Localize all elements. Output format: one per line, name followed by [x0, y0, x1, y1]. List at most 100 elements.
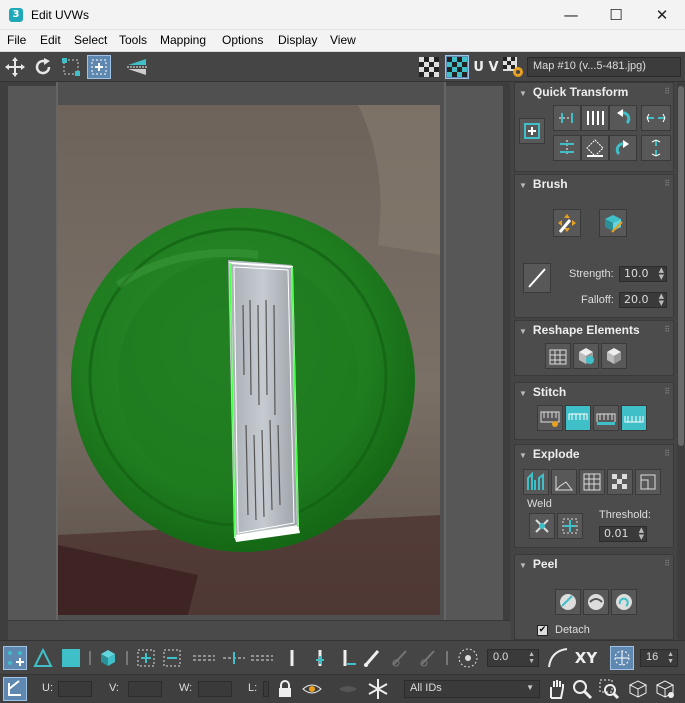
element-mode-icon[interactable] — [96, 646, 120, 670]
peel-mode-icon[interactable] — [583, 589, 609, 615]
zoom-icon[interactable] — [570, 677, 594, 701]
unhide-icon[interactable] — [336, 677, 360, 701]
shrink-selection-icon[interactable] — [160, 646, 184, 670]
mirror-icon[interactable] — [125, 55, 149, 79]
soft-selection-icon[interactable] — [456, 646, 480, 670]
xy-axis-label[interactable]: XY — [573, 646, 599, 670]
menu-view[interactable]: View — [330, 33, 356, 47]
grow-selection-icon[interactable] — [134, 646, 158, 670]
rotate-icon[interactable] — [31, 55, 55, 79]
brush-falloff-curve-icon[interactable] — [523, 263, 551, 293]
rollout-header-reshape[interactable]: ▼ Reshape Elements — [519, 323, 640, 337]
rollout-header-peel[interactable]: ▼ Peel — [519, 557, 558, 571]
paint-move-icon[interactable] — [553, 209, 581, 237]
weld-selected-icon[interactable] — [529, 513, 555, 539]
strength-spinner[interactable]: 10.0 ▲ ▼ — [619, 266, 667, 282]
detach-checkbox[interactable]: ✔ — [537, 625, 548, 636]
rollout-header-explode[interactable]: ▼ Explode — [519, 447, 580, 461]
select-add-icon[interactable] — [308, 646, 332, 670]
paint-select-icon[interactable] — [360, 646, 384, 670]
count-spinner[interactable]: 16 ▲ ▼ — [640, 649, 678, 667]
uv-label[interactable]: U V — [473, 55, 499, 79]
divider-line-icon[interactable] — [280, 646, 304, 670]
edge-select-icon[interactable] — [248, 646, 276, 670]
freeze-icon[interactable] — [366, 677, 390, 701]
explode-checker-icon[interactable] — [607, 469, 633, 495]
stitch-custom-icon[interactable] — [537, 405, 563, 431]
move-icon[interactable] — [3, 55, 27, 79]
freeform-icon[interactable] — [59, 55, 83, 79]
menu-select[interactable]: Select — [74, 33, 107, 47]
material-ids-dropdown[interactable]: All IDs ▼ — [404, 680, 540, 698]
v-field[interactable] — [128, 681, 162, 697]
space-vertical-icon[interactable] — [581, 135, 609, 161]
lock-icon[interactable] — [273, 677, 297, 701]
threshold-spinner[interactable]: 0.01 ▲ ▼ — [599, 526, 647, 542]
relax-icon[interactable] — [573, 343, 599, 369]
rollout-header-stitch[interactable]: ▼ Stitch — [519, 385, 566, 399]
falloff-value: 20.0 — [624, 293, 649, 306]
zoom-selected-icon[interactable] — [653, 677, 677, 701]
zoom-region-icon[interactable] — [597, 677, 621, 701]
stitch-to-source-icon[interactable] — [565, 405, 591, 431]
align-vertical-icon[interactable] — [553, 135, 581, 161]
map-dropdown[interactable]: Map #10 (v...5-481.jpg) — [527, 57, 681, 77]
relax-brush-icon[interactable] — [599, 209, 627, 237]
face-mode-icon[interactable] — [59, 646, 83, 670]
falloff-value-spinner[interactable]: 0.0 ▲ ▼ — [487, 649, 539, 667]
flip-horizontal-icon[interactable] — [641, 105, 671, 131]
w-field[interactable] — [198, 681, 232, 697]
explode-by-smoothing-icon[interactable] — [523, 469, 549, 495]
explode-grid-icon[interactable] — [579, 469, 605, 495]
align-center-icon[interactable] — [519, 118, 545, 144]
menu-display[interactable]: Display — [278, 33, 317, 47]
menu-file[interactable]: File — [7, 33, 26, 47]
checker-icon[interactable] — [417, 55, 441, 79]
minimize-button[interactable]: — — [548, 0, 594, 30]
map-settings-icon[interactable] — [501, 55, 525, 79]
ring-select-icon[interactable] — [220, 646, 248, 670]
explode-outline-icon[interactable] — [635, 469, 661, 495]
rollout-header-brush[interactable]: ▼ Brush — [519, 177, 568, 191]
menu-tools[interactable]: Tools — [119, 33, 147, 47]
space-horizontal-icon[interactable] — [581, 105, 609, 131]
flip-vertical-icon[interactable] — [641, 135, 671, 161]
align-horizontal-icon[interactable] — [553, 105, 581, 131]
menu-edit[interactable]: Edit — [40, 33, 61, 47]
vertex-mode-icon[interactable] — [3, 646, 27, 670]
l-field[interactable] — [263, 681, 269, 697]
menu-mapping[interactable]: Mapping — [160, 33, 206, 47]
rotate-cw-icon[interactable] — [609, 135, 637, 161]
quick-peel-icon[interactable] — [555, 589, 581, 615]
relax-until-flat-icon[interactable] — [601, 343, 627, 369]
menu-options[interactable]: Options — [222, 33, 263, 47]
falloff-space-icon[interactable] — [610, 646, 634, 670]
peel-reset-icon[interactable] — [611, 589, 637, 615]
checker-active-icon[interactable] — [445, 55, 469, 79]
maximize-button[interactable]: ☐ — [593, 0, 639, 30]
paint-select-shrink-icon[interactable] — [416, 646, 440, 670]
falloff-spinner[interactable]: 20.0 ▲ ▼ — [619, 292, 667, 308]
rotate-ccw-icon[interactable] — [609, 105, 637, 131]
edge-mode-icon[interactable] — [31, 646, 55, 670]
absolute-mode-icon[interactable] — [3, 677, 27, 701]
panel-scrollbar-thumb[interactable] — [678, 86, 684, 446]
select-subtract-icon[interactable] — [336, 646, 360, 670]
pan-hand-icon[interactable] — [544, 677, 568, 701]
close-button[interactable]: ✕ — [639, 0, 685, 30]
zoom-extents-icon[interactable] — [626, 677, 650, 701]
u-field[interactable] — [58, 681, 92, 697]
falloff-curve-icon[interactable] — [546, 646, 570, 670]
weld-target-icon[interactable] — [557, 513, 583, 539]
paint-select-grow-icon[interactable] — [388, 646, 412, 670]
straighten-icon[interactable] — [545, 343, 571, 369]
rollout-header-quick-transform[interactable]: ▼ Quick Transform — [519, 85, 628, 99]
uv-viewport[interactable] — [0, 82, 510, 640]
rollout-reshape-elements: ▼ Reshape Elements ⠿ — [514, 320, 674, 376]
hide-selected-icon[interactable] — [300, 677, 324, 701]
freeform-active-icon[interactable] — [87, 55, 111, 79]
explode-by-material-icon[interactable] — [551, 469, 577, 495]
stitch-average-icon[interactable] — [593, 405, 619, 431]
stitch-to-target-icon[interactable] — [621, 405, 647, 431]
loop-select-icon[interactable] — [190, 646, 218, 670]
